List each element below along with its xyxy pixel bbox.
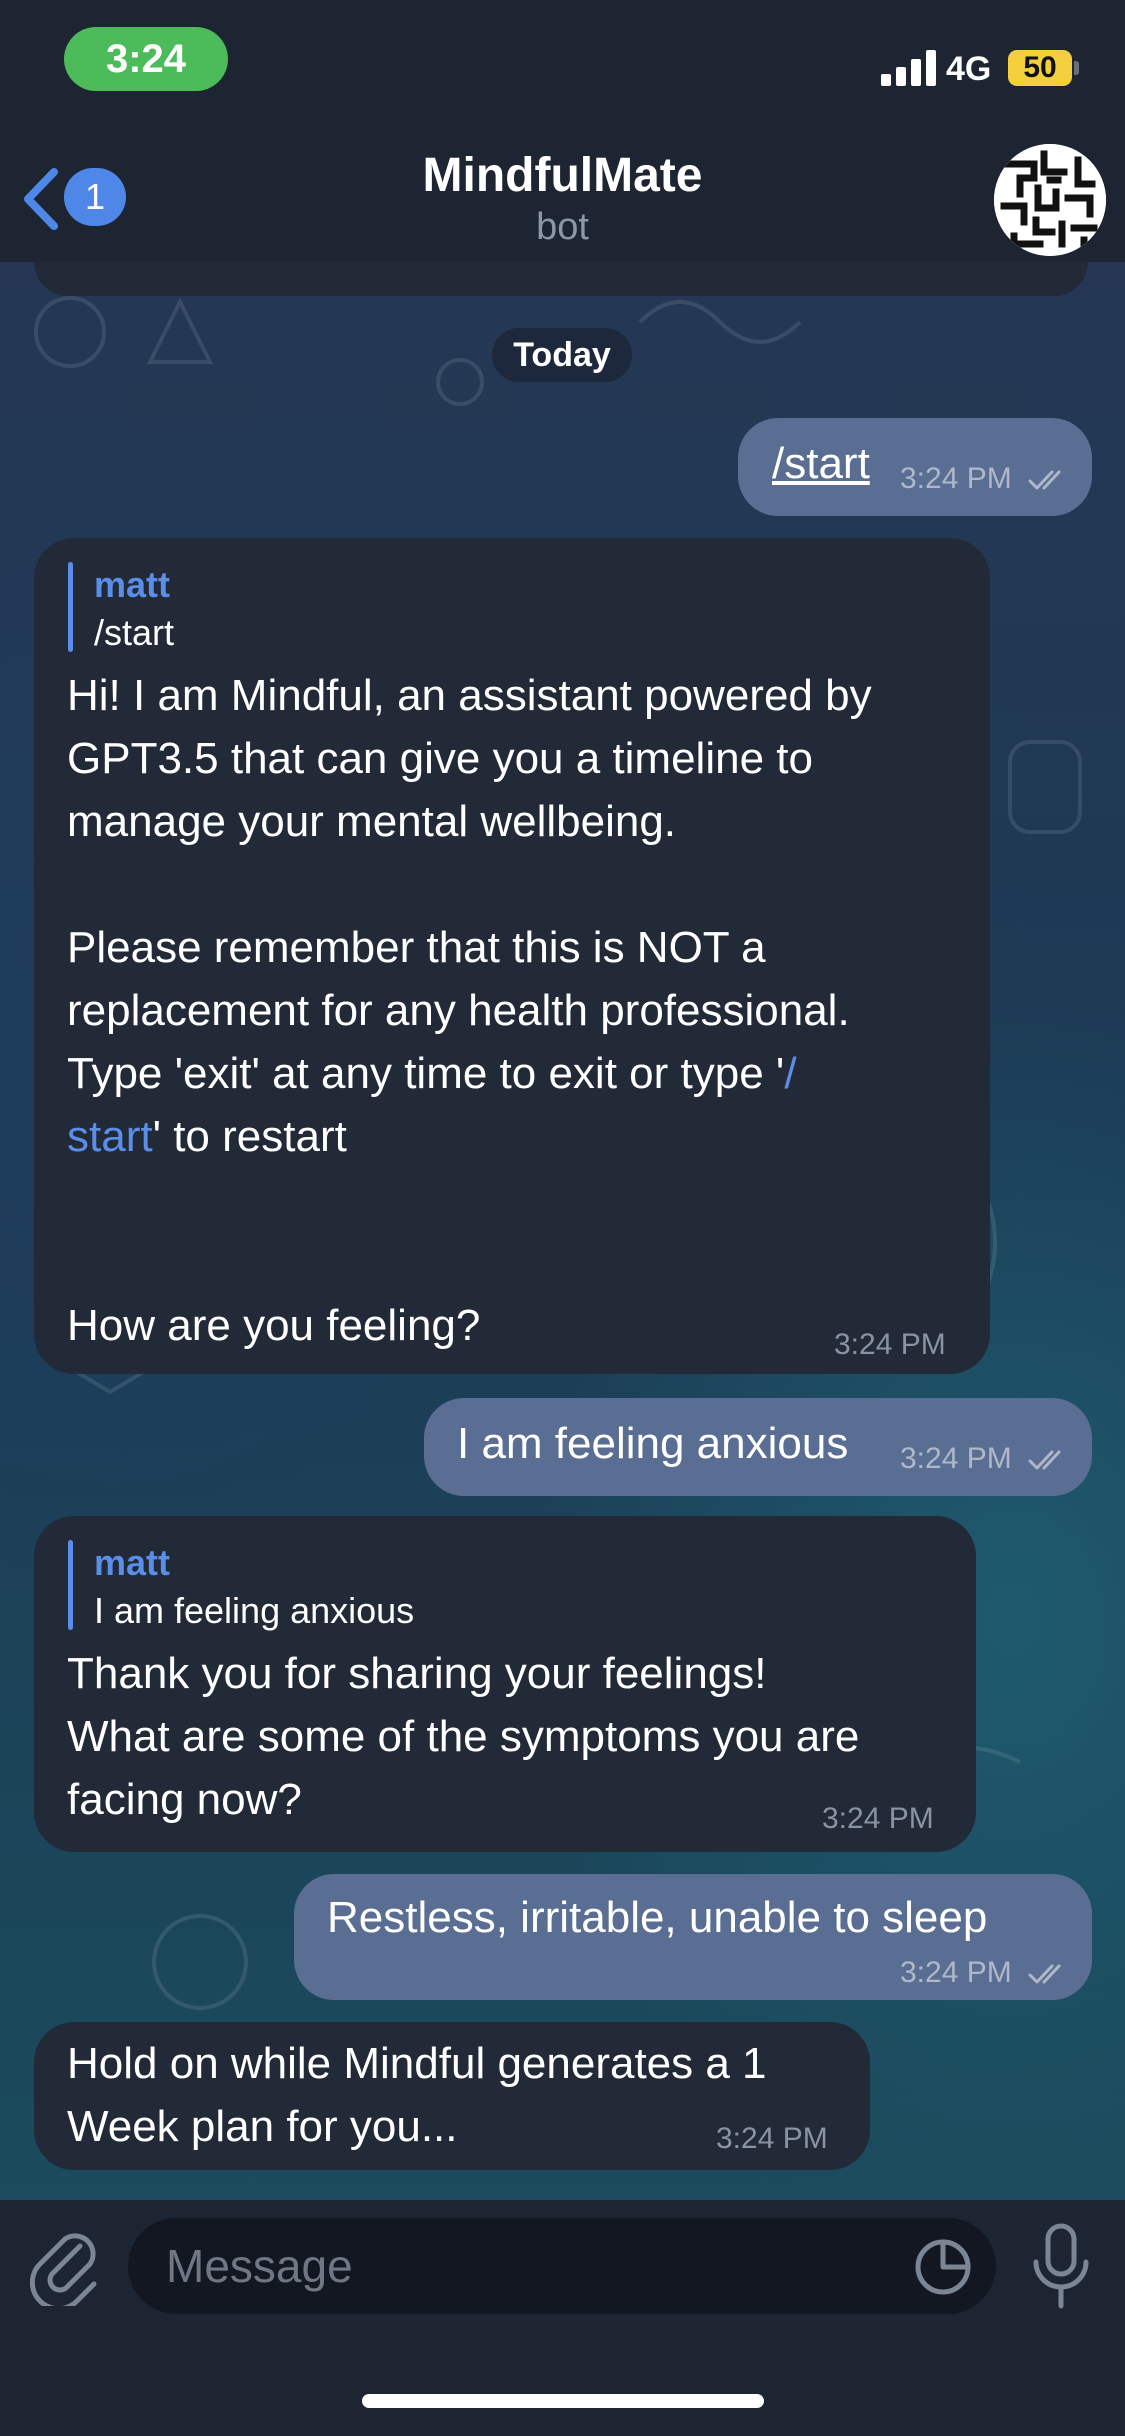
chat-subtitle: bot [536, 206, 589, 248]
message-time: 3:24 PM [900, 462, 1012, 495]
reply-author[interactable]: matt [94, 564, 170, 606]
message-paragraph-1: Hi! I am Mindful, an assistant powered b… [67, 671, 872, 846]
start-command-link-part2[interactable]: start [67, 1112, 153, 1161]
signal-bars-icon [881, 50, 937, 86]
sticker-icon[interactable] [914, 2238, 972, 2296]
incoming-message[interactable]: matt /start Hi! I am Mindful, an assista… [34, 538, 990, 1374]
status-time: 3:24 [64, 27, 228, 91]
message-meta: 3:24 PM [900, 1956, 1068, 1990]
reply-text[interactable]: I am feeling anxious [94, 1590, 414, 1632]
message-text: Thank you for sharing your feelings! Wha… [67, 1649, 860, 1824]
maze-avatar-icon [994, 144, 1106, 256]
paragraph-3-text-a: Type 'exit' at any time to exit or type … [67, 1049, 785, 1098]
message-text[interactable]: /start [772, 432, 870, 495]
outgoing-message[interactable]: /start 3:24 PM [738, 418, 1092, 516]
home-indicator[interactable] [362, 2394, 764, 2408]
message-paragraph-3: Type 'exit' at any time to exit or type … [67, 1042, 797, 1168]
message-placeholder: Message [166, 2240, 353, 2292]
paragraph-3-text-b: ' to restart [152, 1112, 347, 1161]
double-check-icon [1028, 470, 1061, 490]
outgoing-message[interactable]: I am feeling anxious 3:24 PM [424, 1398, 1092, 1496]
reply-quote-bar [68, 1540, 73, 1630]
message-time: 3:24 PM [834, 1328, 946, 1361]
message-text: I am feeling anxious [457, 1419, 849, 1468]
message-time: 3:24 PM [900, 1956, 1012, 1989]
reply-quote-bar [68, 562, 73, 652]
status-bar: 3:24 4G 50 [0, 0, 1125, 130]
message-text: Hold on while Mindful generates a 1 Week… [67, 2039, 767, 2151]
double-check-icon [1028, 1964, 1061, 1984]
message-paragraph-2: Please remember that this is NOT a repla… [67, 923, 850, 1035]
message-paragraph-4: How are you feeling? [67, 1301, 481, 1350]
double-check-icon [1028, 1450, 1061, 1470]
message-input[interactable]: Message [128, 2218, 996, 2314]
battery-tip [1074, 61, 1079, 75]
message-meta: 3:24 PM [900, 462, 1068, 496]
reply-author[interactable]: matt [94, 1542, 170, 1584]
message-time: 3:24 PM [900, 1442, 1012, 1475]
message-time: 3:24 PM [716, 2122, 828, 2155]
message-time: 3:24 PM [822, 1802, 934, 1835]
bot-avatar[interactable] [994, 144, 1106, 256]
start-command-link-part1[interactable]: / [784, 1049, 796, 1098]
previous-message-edge [34, 262, 1088, 296]
chat-title[interactable]: MindfulMate [0, 148, 1125, 203]
outgoing-message[interactable]: Restless, irritable, unable to sleep 3:2… [294, 1874, 1092, 2000]
message-meta: 3:24 PM [900, 1442, 1068, 1476]
message-text: Restless, irritable, unable to sleep [327, 1893, 988, 1942]
battery-icon: 50 [1008, 50, 1072, 86]
network-label: 4G [946, 50, 992, 88]
incoming-message[interactable]: matt I am feeling anxious Thank you for … [34, 1516, 976, 1852]
date-separator: Today [492, 328, 632, 382]
microphone-icon[interactable] [1028, 2222, 1094, 2310]
reply-text[interactable]: /start [94, 612, 174, 654]
incoming-message[interactable]: Hold on while Mindful generates a 1 Week… [34, 2022, 870, 2170]
attach-paperclip-icon[interactable] [30, 2226, 102, 2306]
chat-header: 1 MindfulMate bot [0, 130, 1125, 264]
